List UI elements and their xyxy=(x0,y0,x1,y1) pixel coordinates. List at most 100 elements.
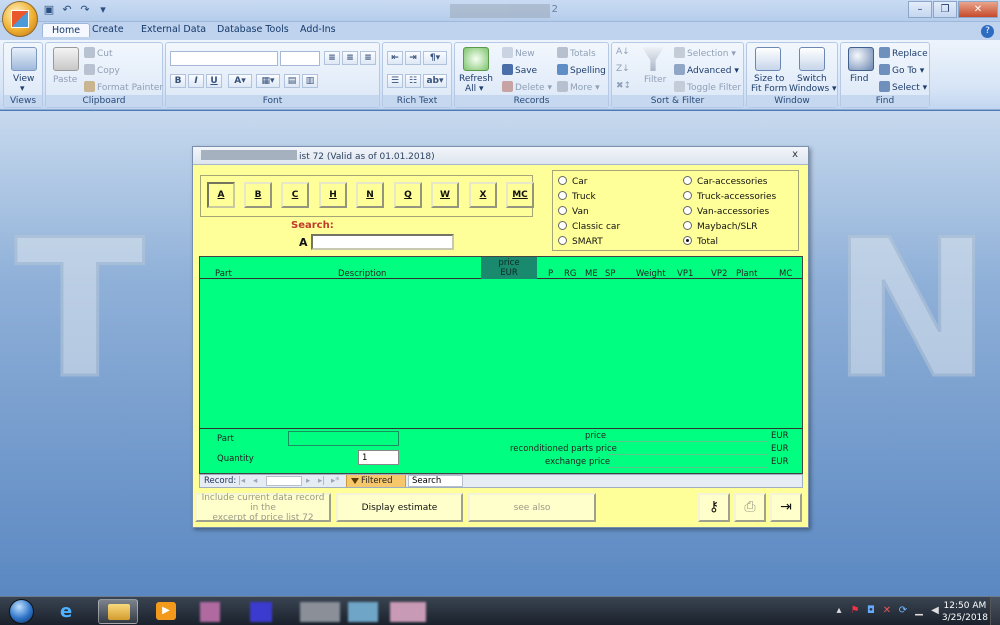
taskbar-clock[interactable]: 12:50 AM 3/25/2018 xyxy=(942,600,988,624)
radio-van[interactable]: Van xyxy=(558,206,589,217)
key-icon[interactable]: ⚷ xyxy=(698,493,730,522)
refresh-all-button[interactable]: Refresh xyxy=(459,74,493,84)
tab-database-tools[interactable]: Database Tools xyxy=(217,24,289,35)
go-to-button[interactable]: Go To ▾ xyxy=(879,64,924,76)
radio-smart[interactable]: SMART xyxy=(558,236,603,247)
office-button[interactable] xyxy=(2,1,38,37)
column-mc[interactable]: MC xyxy=(779,269,792,279)
column-sp[interactable]: SP xyxy=(605,269,616,279)
column-plant[interactable]: Plant xyxy=(736,269,757,279)
view-button[interactable]: View xyxy=(13,74,34,84)
underline-button[interactable]: U xyxy=(206,74,222,88)
bullets-button[interactable]: ☰ xyxy=(387,74,403,88)
switch-windows-button[interactable]: Switch xyxy=(797,74,827,84)
increase-indent-button[interactable]: ⇥ xyxy=(405,51,421,65)
taskbar-explorer[interactable] xyxy=(98,599,138,624)
exit-door-icon[interactable]: ⇥ xyxy=(770,493,802,522)
radio-car-accessories[interactable]: Car-accessories xyxy=(683,176,767,187)
filter-button[interactable]: Filter xyxy=(644,75,666,85)
letter-button-mc[interactable]: MC xyxy=(506,182,534,208)
taskbar-blurred-app[interactable] xyxy=(300,602,340,622)
tray-overflow-icon[interactable]: ▴ xyxy=(834,605,844,617)
minimize-button[interactable]: – xyxy=(908,1,932,18)
advanced-button[interactable]: Advanced ▾ xyxy=(674,64,739,76)
letter-button-q[interactable]: Q xyxy=(394,182,422,208)
gridlines-button[interactable]: ▤ xyxy=(284,74,300,88)
signal-icon[interactable]: ▁ xyxy=(914,605,924,617)
format-painter-button[interactable]: Format Painter xyxy=(84,81,163,93)
tab-add-ins[interactable]: Add-Ins xyxy=(300,24,336,35)
tray-app-icon[interactable]: ◘ xyxy=(866,605,876,617)
letter-button-n[interactable]: N xyxy=(356,182,384,208)
column-price[interactable]: price EUR xyxy=(481,257,537,279)
current-record-box[interactable] xyxy=(266,476,302,486)
last-record-button[interactable]: ▸| xyxy=(318,476,325,486)
radio-car[interactable]: Car xyxy=(558,176,588,187)
fill-color-button[interactable]: ▦▾ xyxy=(256,74,280,88)
taskbar-media-player[interactable]: ▶ xyxy=(146,599,186,624)
size-to-fit-button[interactable]: Size to xyxy=(754,74,784,84)
search-input[interactable] xyxy=(311,234,454,250)
new-record-nav-icon[interactable]: ▸* xyxy=(331,476,340,486)
column-vp2[interactable]: VP2 xyxy=(711,269,727,279)
first-record-button[interactable]: |◂ xyxy=(238,476,245,486)
font-color-button[interactable]: A▾ xyxy=(228,74,252,88)
delete-record-button[interactable]: Delete ▾ xyxy=(502,81,552,93)
tab-create[interactable]: Create xyxy=(92,24,124,35)
quantity-input[interactable]: 1 xyxy=(358,450,399,465)
radio-truck-accessories[interactable]: Truck-accessories xyxy=(683,191,776,202)
new-record-button[interactable]: New xyxy=(502,47,535,59)
taskbar-blurred-app[interactable] xyxy=(348,602,378,622)
column-description[interactable]: Description xyxy=(338,269,386,279)
italic-button[interactable]: I xyxy=(188,74,204,88)
sort-descending-icon[interactable]: Z↓ xyxy=(616,64,630,74)
view-dropdown-icon[interactable]: ▾ xyxy=(20,84,25,94)
action-center-flag-icon[interactable]: ⚑ xyxy=(850,605,860,617)
letter-button-b[interactable]: B xyxy=(244,182,272,208)
customize-qat-icon[interactable]: ▾ xyxy=(96,3,110,17)
font-name-combo[interactable] xyxy=(170,51,278,66)
save-icon[interactable]: ▣ xyxy=(42,3,56,17)
print-icon[interactable]: ⎙ xyxy=(734,493,766,522)
taskbar-blurred-app[interactable] xyxy=(250,602,272,622)
copy-button[interactable]: Copy xyxy=(84,64,120,76)
taskbar-ie[interactable]: e xyxy=(50,599,90,624)
column-rg[interactable]: RG xyxy=(564,269,577,279)
tab-home[interactable]: Home xyxy=(42,23,91,37)
letter-button-x[interactable]: X xyxy=(469,182,497,208)
letter-button-w[interactable]: W xyxy=(431,182,459,208)
letter-button-h[interactable]: H xyxy=(319,182,347,208)
highlight-button[interactable]: ab▾ xyxy=(423,74,447,88)
network-disabled-icon[interactable]: ✕ xyxy=(882,605,892,617)
include-record-button[interactable]: Include current data record in the excer… xyxy=(195,493,331,523)
paste-button[interactable]: Paste xyxy=(53,75,77,85)
see-also-button[interactable]: see also xyxy=(468,493,596,522)
numbering-button[interactable]: ☷ xyxy=(405,74,421,88)
previous-record-button[interactable]: ◂ xyxy=(253,476,257,486)
display-estimate-button[interactable]: Display estimate xyxy=(336,493,463,522)
nav-search-box[interactable]: Search xyxy=(408,475,463,487)
radio-classic-car[interactable]: Classic car xyxy=(558,221,620,232)
replace-button[interactable]: Replace xyxy=(879,47,928,59)
radio-truck[interactable]: Truck xyxy=(558,191,596,202)
column-me[interactable]: ME xyxy=(585,269,598,279)
column-weight[interactable]: Weight xyxy=(636,269,666,279)
taskbar-blurred-app[interactable] xyxy=(200,602,220,622)
dialog-close-button[interactable]: x xyxy=(792,149,798,160)
decrease-indent-button[interactable]: ⇤ xyxy=(387,51,403,65)
next-record-button[interactable]: ▸ xyxy=(306,476,310,486)
column-part[interactable]: Part xyxy=(215,269,232,279)
detail-part-field[interactable] xyxy=(288,431,399,446)
volume-icon[interactable]: ◀ xyxy=(930,605,940,617)
redo-icon[interactable]: ↷ xyxy=(78,3,92,17)
select-button[interactable]: Select ▾ xyxy=(879,81,927,93)
more-button[interactable]: More ▾ xyxy=(557,81,600,93)
tray-sync-icon[interactable]: ⟳ xyxy=(898,605,908,617)
restore-button[interactable]: ❐ xyxy=(933,1,957,18)
bold-button[interactable]: B xyxy=(170,74,186,88)
radio-maybach-slr[interactable]: Maybach/SLR xyxy=(683,221,758,232)
start-button[interactable] xyxy=(3,597,41,625)
align-right-button[interactable]: ≡ xyxy=(360,51,376,65)
find-button[interactable]: Find xyxy=(850,74,868,84)
tab-external-data[interactable]: External Data xyxy=(141,24,206,35)
